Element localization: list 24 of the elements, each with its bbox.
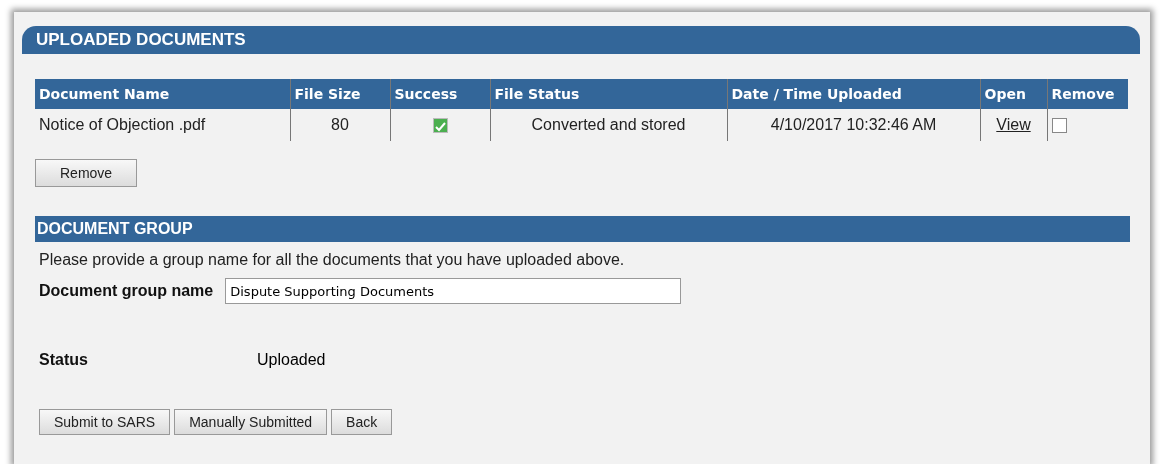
table-cell: 80 (290, 109, 390, 141)
column-header: Success (390, 79, 490, 109)
status-label: Status (39, 351, 89, 369)
action-button[interactable]: Submit to SARS (39, 409, 171, 435)
status-value: Uploaded (257, 351, 326, 369)
section-header: UPLOADED DOCUMENTS (22, 26, 1140, 54)
field-label: Document group name (39, 282, 214, 300)
table-cell: Notice of Objection .pdf (35, 109, 290, 141)
column-header: Open (980, 79, 1047, 109)
view-link[interactable]: View (996, 116, 1031, 133)
action-button[interactable]: Manually Submitted (174, 409, 328, 435)
column-header: Date / Time Uploaded (727, 79, 980, 109)
instruction-text: Please provide a group name for all the documents that you have uploaded above. (39, 251, 626, 269)
group-name-field[interactable]: Dispute Supporting Documents (225, 278, 682, 304)
section-header: DOCUMENT GROUP (35, 216, 1130, 242)
column-header: File Status (490, 79, 727, 109)
column-header: Document Name (35, 79, 290, 109)
column-header: Remove (1047, 79, 1128, 109)
table-cell: Converted and stored (490, 109, 727, 141)
remove-button[interactable]: Remove (35, 159, 138, 187)
remove-checkbox[interactable] (1051, 118, 1067, 134)
table-cell: 4/10/2017 10:32:46 AM (727, 109, 980, 141)
column-header: File Size (290, 79, 390, 109)
action-button[interactable]: Back (331, 409, 393, 435)
